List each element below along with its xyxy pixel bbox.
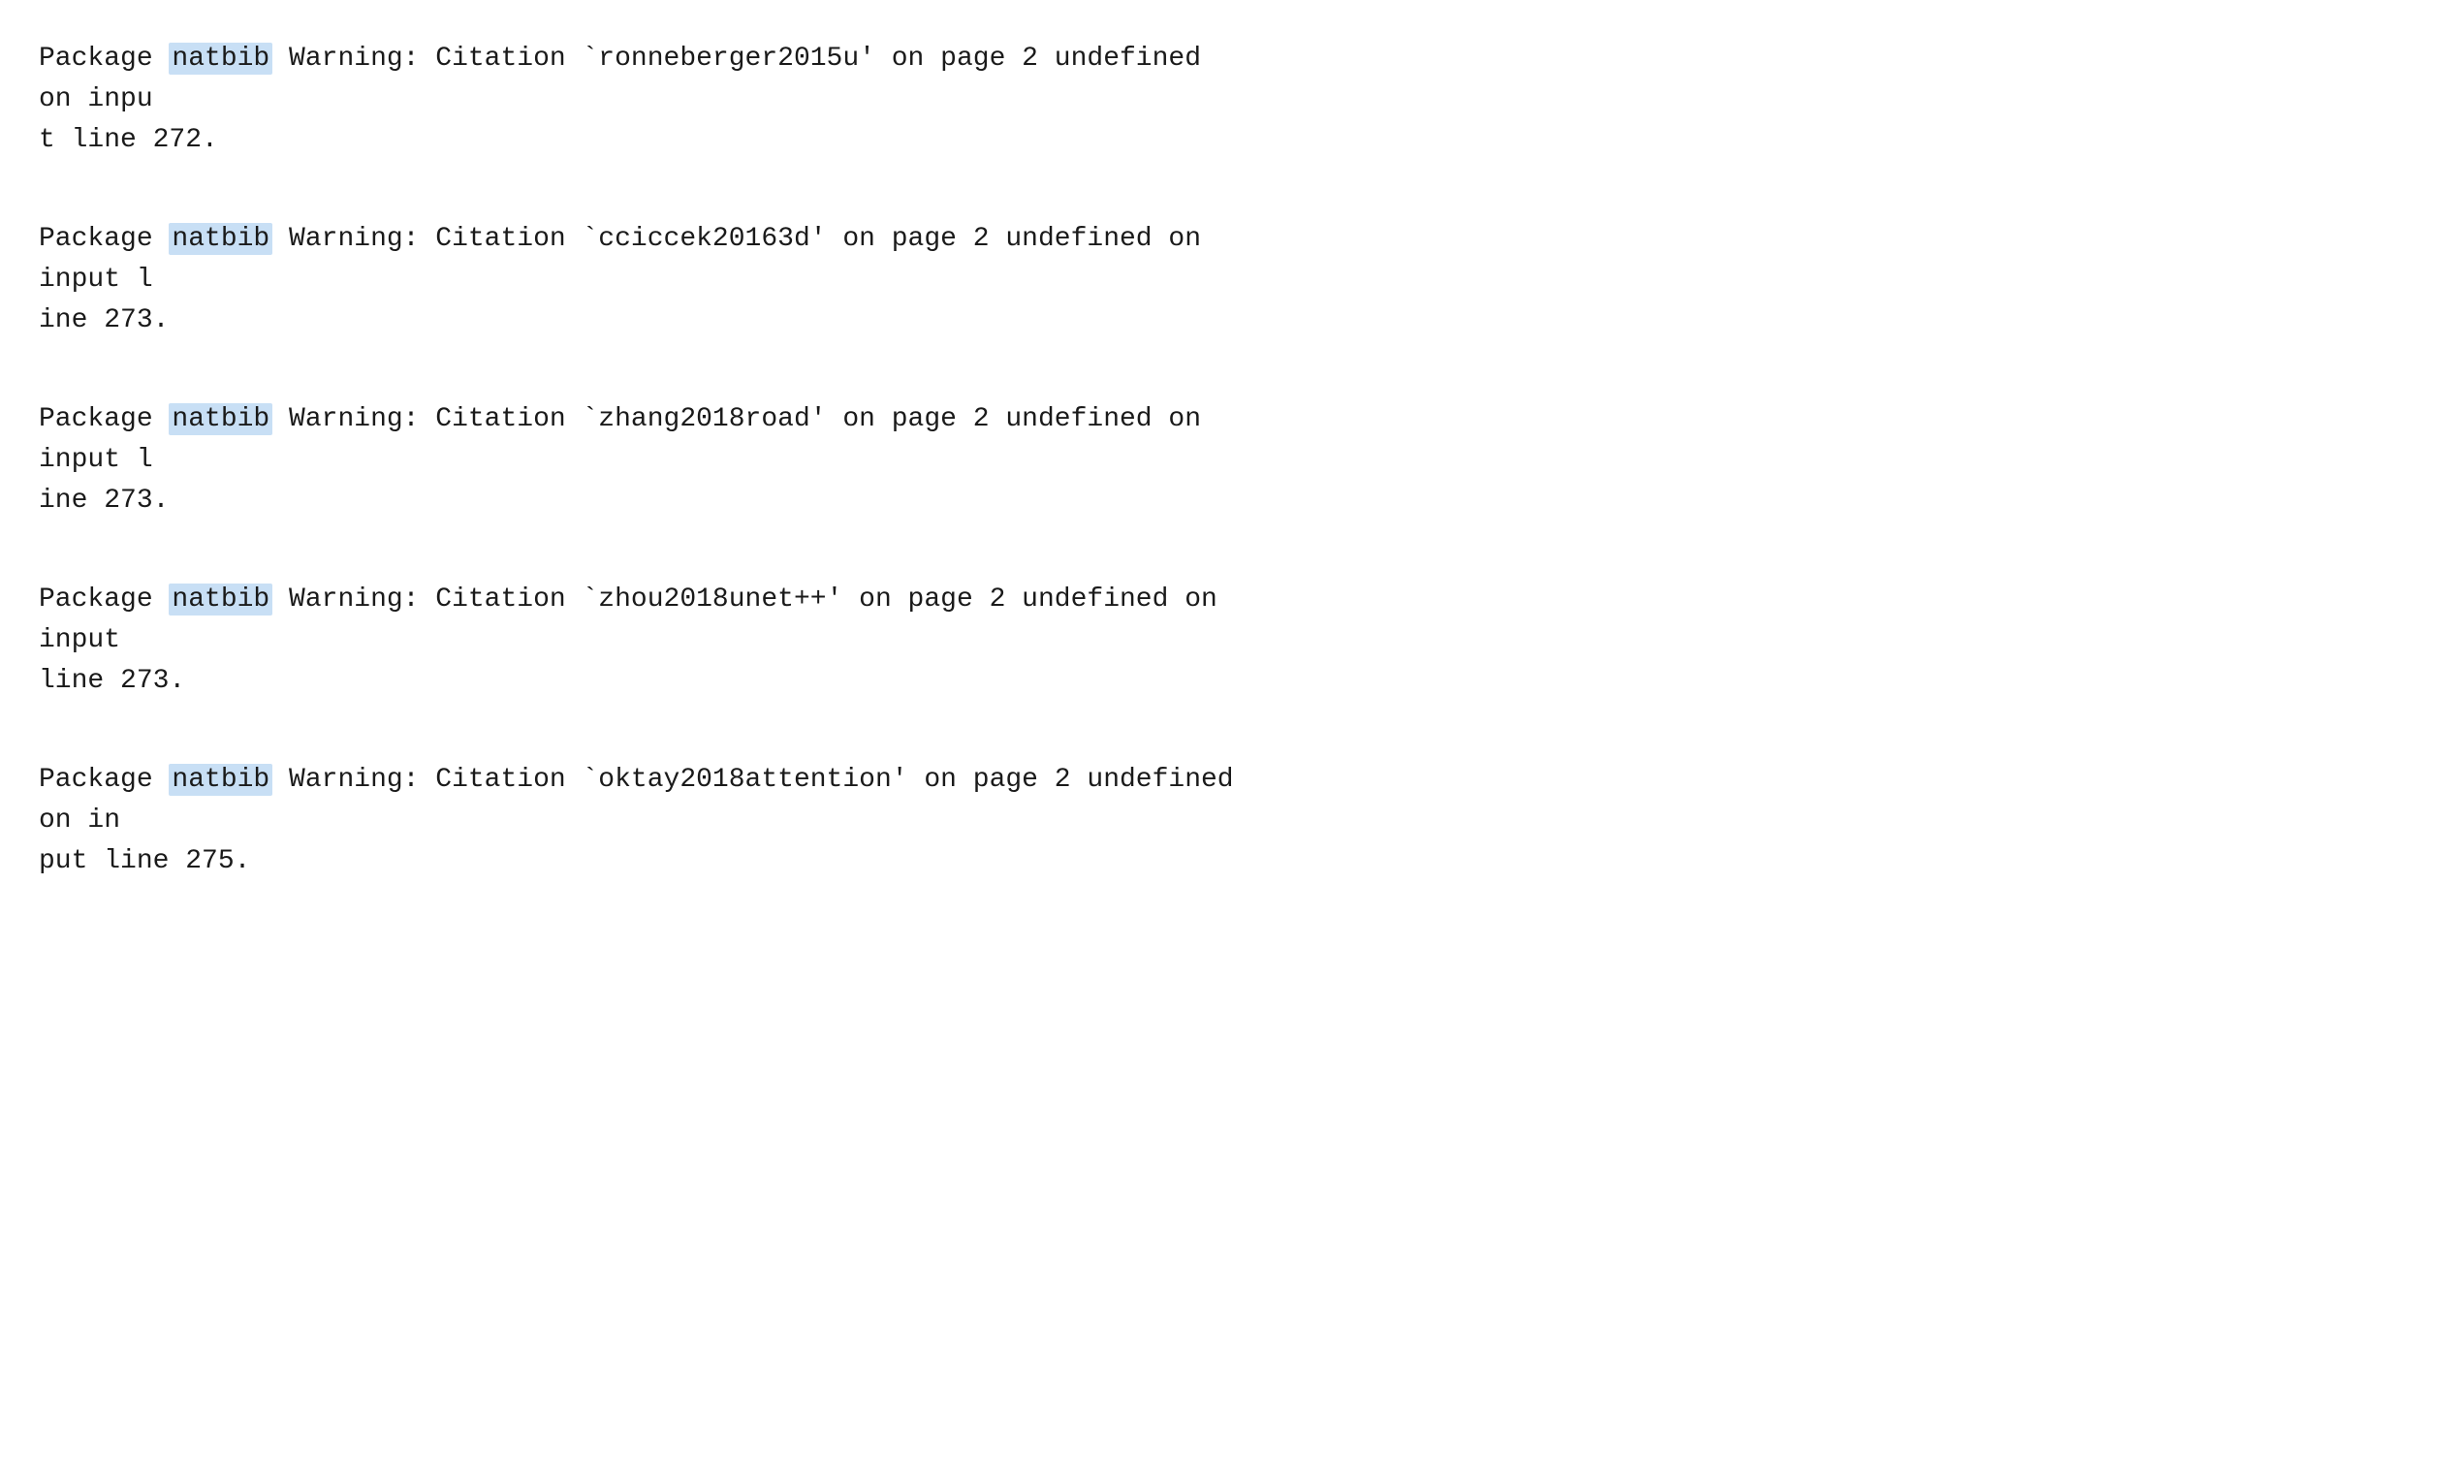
warning-text-3: Package natbib Warning: Citation `zhang2… — [39, 399, 2425, 521]
natbib-keyword-5: natbib — [169, 764, 272, 796]
warning-block-2: Package natbib Warning: Citation `ccicce… — [39, 219, 2425, 341]
warning-block-1: Package natbib Warning: Citation `ronneb… — [39, 39, 2425, 161]
warning-text-2: Package natbib Warning: Citation `ccicce… — [39, 219, 2425, 341]
natbib-keyword-3: natbib — [169, 403, 272, 435]
warning-text-1: Package natbib Warning: Citation `ronneb… — [39, 39, 2425, 161]
natbib-keyword-4: natbib — [169, 584, 272, 616]
natbib-keyword-1: natbib — [169, 43, 272, 75]
warning-text-5: Package natbib Warning: Citation `oktay2… — [39, 760, 2425, 882]
warnings-container: Package natbib Warning: Citation `ronneb… — [39, 39, 2425, 882]
natbib-keyword-2: natbib — [169, 223, 272, 255]
warning-block-4: Package natbib Warning: Citation `zhou20… — [39, 580, 2425, 702]
warning-text-4: Package natbib Warning: Citation `zhou20… — [39, 580, 2425, 702]
warning-block-5: Package natbib Warning: Citation `oktay2… — [39, 760, 2425, 882]
warning-block-3: Package natbib Warning: Citation `zhang2… — [39, 399, 2425, 521]
